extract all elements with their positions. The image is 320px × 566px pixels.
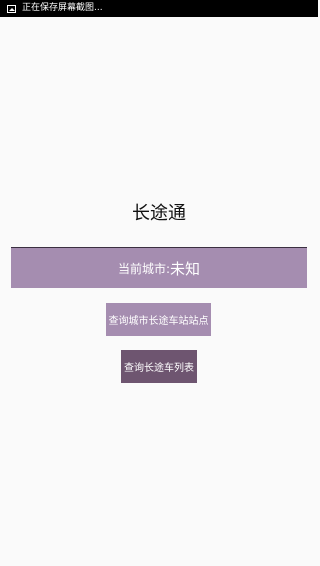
status-bar: 正在保存屏幕截图... bbox=[0, 0, 318, 17]
status-text: 正在保存屏幕截图... bbox=[22, 3, 103, 13]
screenshot-icon bbox=[7, 4, 16, 13]
query-stations-button[interactable]: 查询城市长途车站站点 bbox=[106, 303, 211, 336]
app-screen: 正在保存屏幕截图... 长途通 当前城市: 未知 查询城市长途车站站点 查询长途… bbox=[0, 0, 318, 566]
app-title: 长途通 bbox=[132, 203, 186, 224]
current-city-value: 未知 bbox=[170, 259, 201, 278]
current-city-bar[interactable]: 当前城市: 未知 bbox=[11, 247, 307, 288]
current-city-label: 当前城市: bbox=[117, 261, 171, 276]
query-routes-button[interactable]: 查询长途车列表 bbox=[121, 350, 197, 383]
